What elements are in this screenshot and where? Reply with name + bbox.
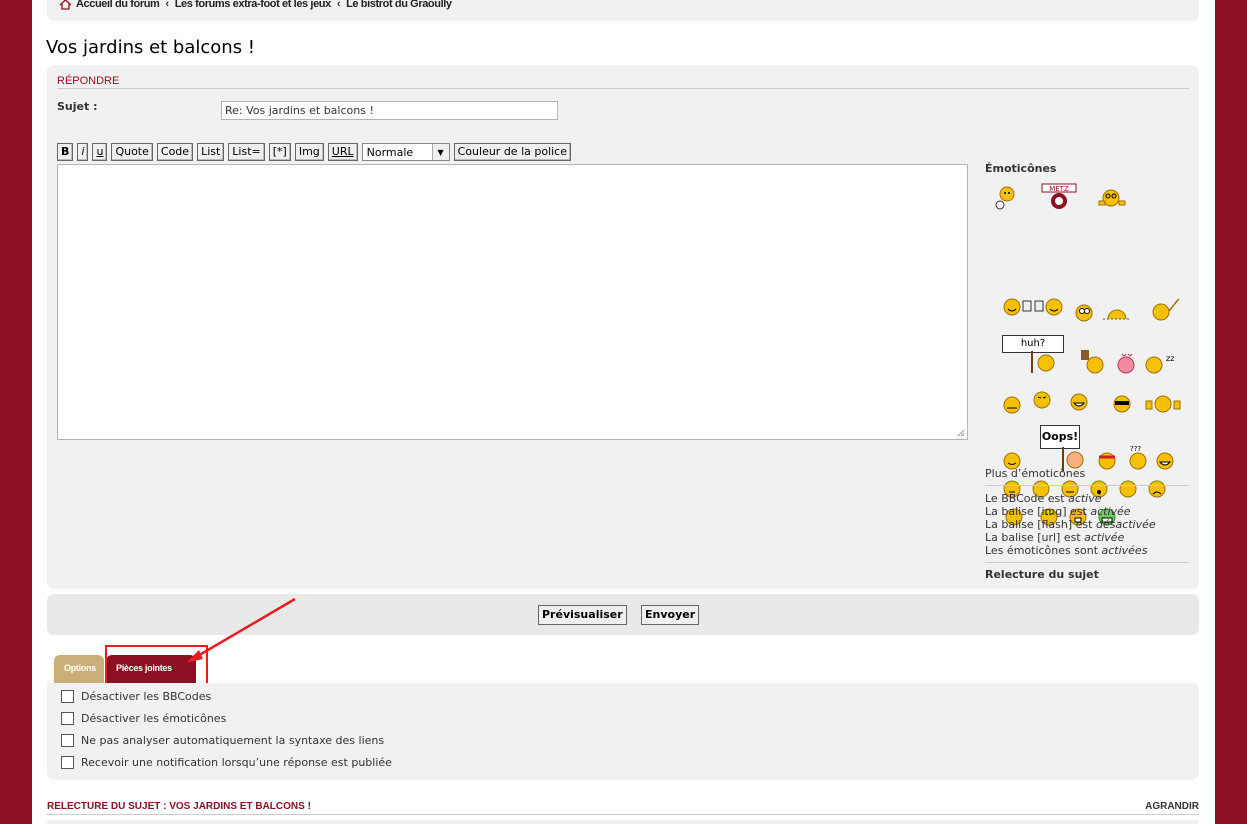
big-grin-smiley-icon[interactable] (1155, 451, 1175, 471)
nerd-smiley-icon[interactable] (1002, 395, 1022, 415)
cheers-smiley-icon[interactable] (1002, 297, 1066, 317)
page-title[interactable]: Vos jardins et balcons ! (46, 37, 255, 58)
code-button[interactable]: Code (156, 143, 194, 161)
submit-button[interactable]: Envoyer (641, 605, 700, 625)
expand-link[interactable]: AGRANDIR (1145, 801, 1199, 812)
chevron-down-icon: ▼ (431, 144, 449, 160)
smilies-title: Émoticônes (985, 162, 1057, 175)
form-heading: Répondre (57, 75, 1189, 89)
eyes-rolling-smiley-icon[interactable] (1074, 303, 1094, 323)
submit-bar: Prévisualiser Envoyer (47, 594, 1199, 635)
preview-button[interactable]: Prévisualiser (538, 605, 627, 625)
peeking-smiley-icon[interactable] (1103, 301, 1133, 323)
sleeping-smiley-icon[interactable]: zz (1144, 351, 1178, 375)
checkbox[interactable] (61, 756, 74, 769)
sunglasses-smiley-icon[interactable] (1110, 393, 1134, 415)
options-panel: Désactiver les BBCodes Désactiver les ém… (47, 683, 1199, 780)
font-size-value: Normale (366, 145, 414, 159)
football-smiley-icon[interactable] (993, 185, 1019, 211)
breadcrumb-separator: ‹ (165, 0, 169, 10)
thumbs-up-smiley-icon[interactable] (1144, 393, 1182, 415)
checkbox[interactable] (61, 690, 74, 703)
svg-text:???: ??? (1130, 445, 1141, 453)
breadcrumb: Accueil du forum ‹ Les forums extra-foot… (47, 0, 1199, 21)
status-img: La balise [img] est activée (985, 505, 1131, 518)
reading-smiley-icon[interactable] (1097, 187, 1127, 209)
breadcrumb-forum-link[interactable]: Les forums extra-foot et les jeux (175, 0, 332, 10)
metz-sign-text: METZ (1049, 185, 1069, 193)
angry-smiley-icon[interactable] (1030, 389, 1056, 415)
confused-smiley-icon[interactable]: ??? (1127, 445, 1149, 471)
in-love-smiley-icon[interactable] (1114, 351, 1138, 375)
topic-review-heading: RELECTURE DU SUJET : VOS JARDINS ET BALC… (47, 801, 1199, 815)
bbcode-status: Le BBCode est activé La balise [img] est… (985, 492, 1156, 557)
post-form-panel: Répondre Sujet : B i u Quote Code List L… (47, 65, 1199, 589)
breadcrumb-subforum-link[interactable]: Le bistrot du Graoully (346, 0, 452, 10)
status-flash: La balise [flash] est désactivée (985, 518, 1156, 531)
resize-grip-icon[interactable] (957, 429, 965, 437)
img-button[interactable]: Img (294, 143, 324, 161)
status-url: La balise [url] est activée (985, 531, 1125, 544)
whistling-smiley-icon[interactable] (1149, 297, 1181, 323)
huh-smiley-icon[interactable] (1030, 351, 1062, 373)
list-button[interactable]: List (197, 143, 225, 161)
divider (985, 562, 1189, 563)
font-size-select[interactable]: Normale ▼ (361, 143, 450, 161)
more-smilies-link[interactable]: Plus d’émoticônes (985, 467, 1085, 480)
list-item-button[interactable]: [*] (268, 143, 291, 161)
url-button[interactable]: URL (327, 143, 358, 161)
status-smilies: Les émoticônes sont activées (985, 544, 1148, 557)
topic-review-link[interactable]: Relecture du sujet (985, 568, 1099, 581)
pirate-smiley-icon[interactable] (1097, 451, 1117, 471)
ordered-list-button[interactable]: List= (228, 143, 265, 161)
option-disable-bbcode[interactable]: Désactiver les BBCodes (61, 690, 211, 703)
checkbox[interactable] (61, 712, 74, 725)
subject-label: Sujet : (57, 100, 98, 113)
oops-sign[interactable]: Oops! (1040, 425, 1080, 449)
bbcode-toolbar: B i u Quote Code List List= [*] Img URL … (57, 143, 572, 161)
metz-banner-smiley-icon[interactable]: METZ (1039, 183, 1079, 211)
page: Accueil du forum ‹ Les forums extra-foot… (32, 0, 1215, 824)
sign-smiley-icon[interactable] (1080, 349, 1106, 375)
option-notify[interactable]: Recevoir une notification lorsqu’une rép… (61, 756, 392, 769)
divider (985, 485, 1189, 486)
option-disable-smilies[interactable]: Désactiver les émoticônes (61, 712, 226, 725)
breadcrumb-separator: ‹ (336, 0, 341, 10)
bold-button[interactable]: B (57, 143, 74, 161)
underline-button[interactable]: u (92, 143, 108, 161)
tab-options[interactable]: Options (54, 655, 104, 683)
breadcrumb-home-link[interactable]: Accueil du forum (76, 0, 160, 10)
option-disable-magic-url[interactable]: Ne pas analyser automatiquement la synta… (61, 734, 384, 747)
checkbox[interactable] (61, 734, 74, 747)
smilies-box: Émoticônes (985, 162, 1189, 175)
message-textarea[interactable] (57, 164, 968, 440)
subject-input[interactable] (221, 101, 558, 120)
svg-text:zz: zz (1166, 354, 1174, 363)
quote-button[interactable]: Quote (111, 143, 153, 161)
laughing-smiley-icon[interactable] (1068, 391, 1090, 415)
topic-review-box (47, 820, 1199, 824)
font-color-button[interactable]: Couleur de la police (453, 143, 572, 161)
topic-review-title: RELECTURE DU SUJET : VOS JARDINS ET BALC… (47, 801, 311, 812)
status-bbcode: Le BBCode est activé (985, 492, 1102, 505)
home-icon (59, 0, 72, 10)
italic-button[interactable]: i (77, 143, 89, 161)
